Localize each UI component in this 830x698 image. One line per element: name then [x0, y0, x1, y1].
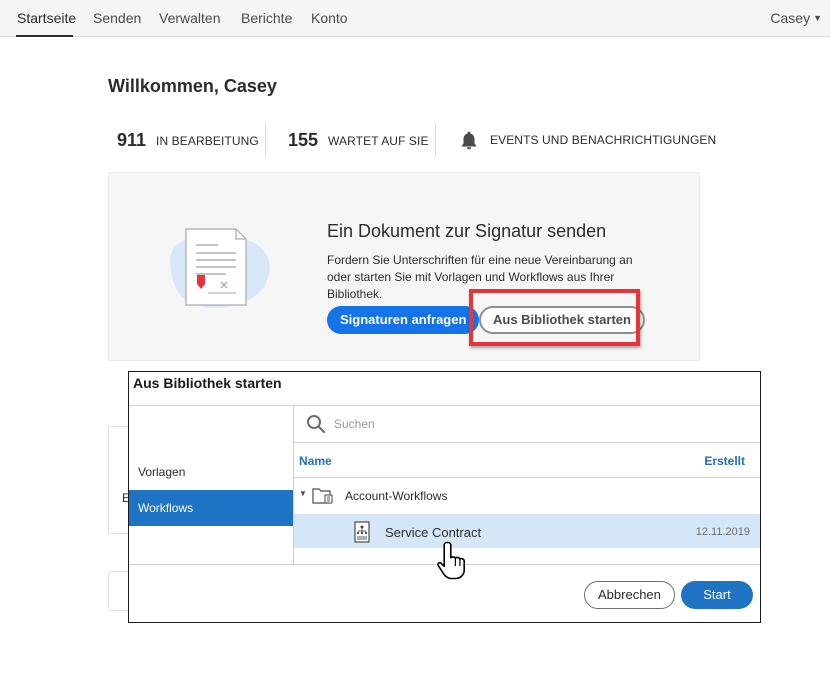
column-header-name[interactable]: Name [299, 454, 332, 468]
stat-waiting[interactable]: 155 WARTET AUF SIE [288, 130, 429, 151]
workflow-row[interactable]: Service Contract 12.11.2019 [294, 514, 760, 548]
hand-pointer-cursor-icon [437, 540, 471, 585]
nav-tab-senden[interactable]: Senden [93, 10, 141, 26]
waiting-label: WARTET AUF SIE [328, 133, 429, 148]
stat-divider [265, 124, 266, 156]
user-menu[interactable]: Casey ▼ [770, 10, 822, 26]
start-button[interactable]: Start [681, 581, 753, 609]
workflow-name: Service Contract [385, 525, 482, 540]
chevron-down-icon: ▼ [813, 13, 822, 23]
nav-tab-berichte[interactable]: Berichte [241, 10, 292, 26]
active-tab-indicator [16, 35, 73, 37]
welcome-heading: Willkommen, Casey [108, 76, 277, 96]
search-input[interactable] [334, 415, 634, 433]
nav-tab-verwalten[interactable]: Verwalten [159, 10, 220, 26]
search-icon [306, 414, 326, 439]
user-name: Casey [770, 10, 811, 26]
in-progress-label: IN BEARBEITUNG [156, 133, 259, 148]
category-item-vorlagen[interactable]: Vorlagen [129, 454, 293, 490]
library-category-list: Vorlagen Workflows [129, 406, 294, 564]
column-header-row: Name Erstellt [294, 443, 760, 478]
in-progress-count: 911 [117, 130, 147, 150]
library-dialog: Aus Bibliothek starten Vorlagen Workflow… [128, 371, 761, 623]
folder-row[interactable]: ▼ Account-Workflows [294, 478, 760, 513]
library-browser: Name Erstellt ▼ Account-Workflows [294, 406, 760, 564]
dialog-title: Aus Bibliothek starten [133, 375, 282, 391]
bell-icon [460, 130, 478, 150]
cancel-button[interactable]: Abbrechen [584, 581, 675, 609]
column-header-created[interactable]: Erstellt [704, 454, 745, 468]
nav-tab-startseite[interactable]: Startseite [17, 10, 76, 26]
top-navigation: Startseite Senden Verwalten Berichte Kon… [0, 0, 830, 37]
stat-divider [435, 124, 436, 156]
waiting-count: 155 [288, 130, 319, 150]
nav-tab-konto[interactable]: Konto [311, 10, 348, 26]
search-bar [294, 406, 760, 443]
stat-in-progress[interactable]: 911 IN BEARBEITUNG [117, 130, 259, 151]
workflow-created-date: 12.11.2019 [695, 526, 750, 538]
expand-caret-icon[interactable]: ▼ [299, 489, 307, 498]
stat-events[interactable]: EVENTS UND BENACHRICHTIGUNGEN [460, 130, 716, 150]
folder-icon [312, 487, 334, 509]
workflow-document-icon [354, 521, 370, 548]
document-illustration-icon [164, 223, 274, 318]
annotation-highlight-box [469, 289, 640, 346]
card-title: Ein Dokument zur Signatur senden [327, 221, 607, 241]
folder-label: Account-Workflows [345, 489, 448, 503]
request-signatures-button[interactable]: Signaturen anfragen [327, 306, 480, 334]
category-item-workflows[interactable]: Workflows [129, 490, 293, 526]
events-label: EVENTS UND BENACHRICHTIGUNGEN [490, 133, 717, 147]
